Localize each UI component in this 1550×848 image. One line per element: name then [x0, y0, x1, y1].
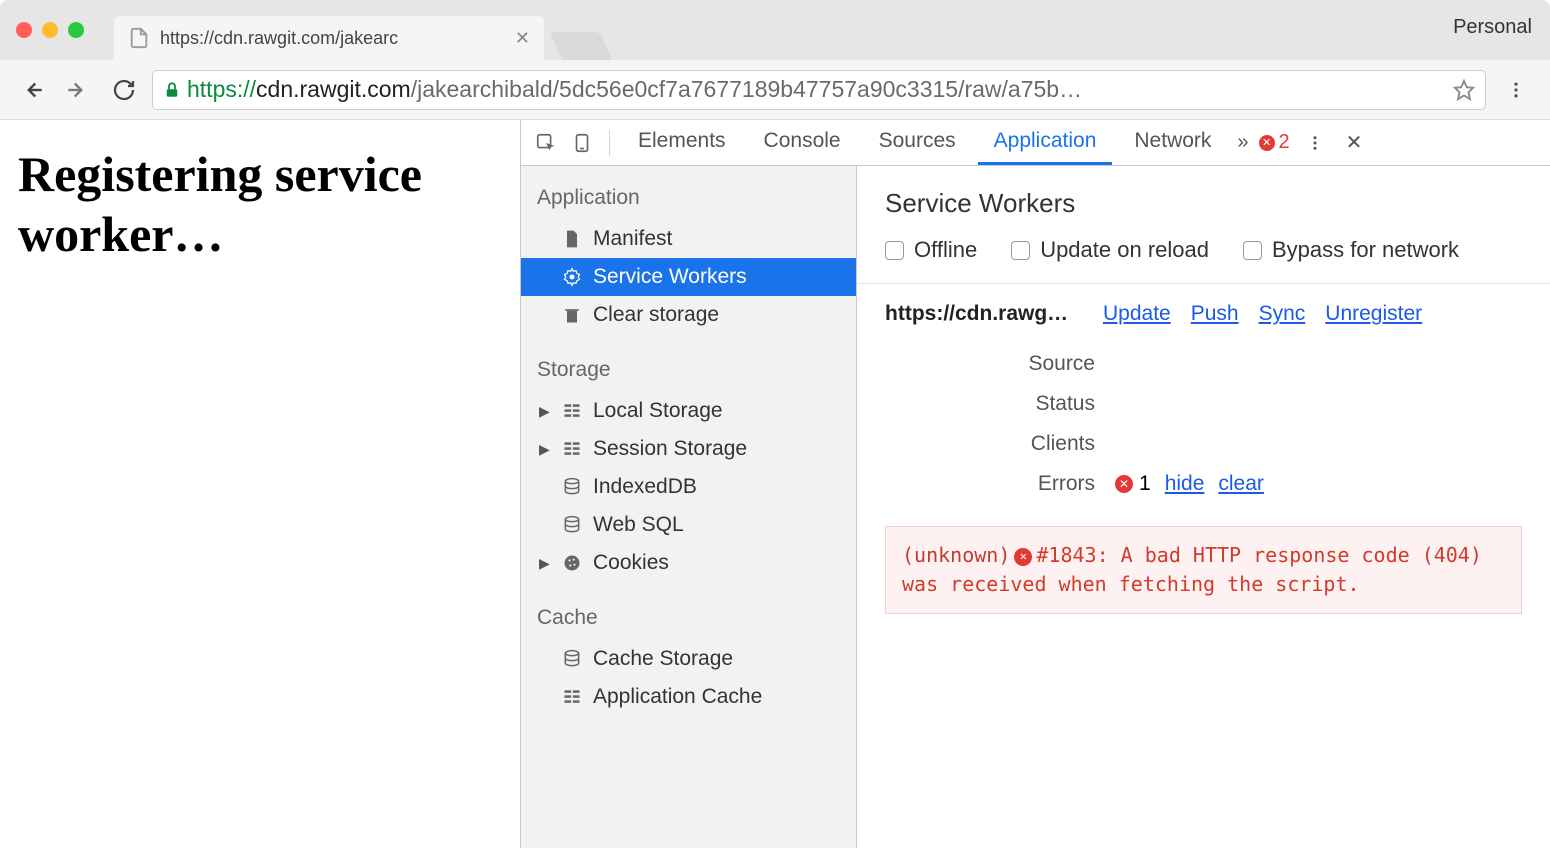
sw-errors-row: Errors ✕ 1 hide clear: [857, 464, 1550, 504]
browser-tabs: https://cdn.rawgit.com/jakearc ✕: [114, 0, 606, 60]
application-sidebar: Application Manifest Service Workers Cle…: [521, 166, 857, 848]
sw-options-row: Offline Update on reload Bypass for netw…: [857, 237, 1550, 284]
hide-errors-link[interactable]: hide: [1165, 472, 1205, 496]
trash-icon: [561, 304, 583, 326]
page-viewport: Registering service worker…: [0, 120, 520, 848]
browser-menu-button[interactable]: [1496, 80, 1536, 100]
sidebar-item-application-cache[interactable]: Application Cache: [521, 678, 856, 716]
gear-icon: [561, 266, 583, 288]
offline-checkbox[interactable]: Offline: [885, 237, 977, 263]
sidebar-heading-storage: Storage: [521, 348, 856, 392]
content-area: Registering service worker… Elements Con…: [0, 120, 1550, 848]
bypass-network-checkbox[interactable]: Bypass for network: [1243, 237, 1459, 263]
tab-network[interactable]: Network: [1118, 120, 1227, 165]
database-icon: [561, 514, 583, 536]
grid-icon: [561, 400, 583, 422]
device-toolbar-icon[interactable]: [567, 128, 597, 158]
more-tabs-icon[interactable]: »: [1237, 131, 1248, 154]
sw-actions: Update Push Sync Unregister: [1103, 302, 1422, 326]
browser-toolbar: https://cdn.rawgit.com/jakearchibald/5dc…: [0, 60, 1550, 120]
update-on-reload-checkbox[interactable]: Update on reload: [1011, 237, 1209, 263]
sync-link[interactable]: Sync: [1259, 302, 1306, 326]
sidebar-item-clear-storage[interactable]: Clear storage: [521, 296, 856, 334]
sidebar-item-cookies[interactable]: ▶ Cookies: [521, 544, 856, 582]
tab-title: https://cdn.rawgit.com/jakearc: [160, 28, 505, 49]
disclosure-triangle-icon[interactable]: ▶: [539, 555, 550, 572]
disclosure-triangle-icon[interactable]: ▶: [539, 403, 550, 420]
minimize-window-button[interactable]: [42, 22, 58, 38]
traffic-lights: [16, 22, 84, 38]
sidebar-heading-application: Application: [521, 176, 856, 220]
back-button[interactable]: [14, 72, 50, 108]
tab-elements[interactable]: Elements: [622, 120, 742, 165]
error-icon: ✕: [1115, 475, 1133, 493]
panel-title: Service Workers: [857, 166, 1550, 237]
cookie-icon: [561, 552, 583, 574]
tab-sources[interactable]: Sources: [863, 120, 972, 165]
push-link[interactable]: Push: [1191, 302, 1239, 326]
clear-errors-link[interactable]: clear: [1218, 472, 1264, 496]
error-count: ✕ 1: [1115, 472, 1151, 496]
sidebar-group-storage: Storage ▶ Local Storage ▶ Session Storag…: [521, 348, 856, 582]
grid-icon: [561, 438, 583, 460]
update-link[interactable]: Update: [1103, 302, 1171, 326]
sidebar-group-cache: Cache Cache Storage Application Cache: [521, 596, 856, 716]
close-window-button[interactable]: [16, 22, 32, 38]
sidebar-item-cache-storage[interactable]: Cache Storage: [521, 640, 856, 678]
document-icon: [561, 228, 583, 250]
error-source: (unknown): [902, 543, 1010, 567]
database-icon: [561, 648, 583, 670]
browser-tab-active[interactable]: https://cdn.rawgit.com/jakearc ✕: [114, 16, 544, 60]
devtools-panel: Elements Console Sources Application Net…: [520, 120, 1550, 848]
sidebar-item-session-storage[interactable]: ▶ Session Storage: [521, 430, 856, 468]
service-worker-panel: Service Workers Offline Update on reload…: [857, 166, 1550, 848]
close-tab-button[interactable]: ✕: [515, 28, 530, 49]
unregister-link[interactable]: Unregister: [1325, 302, 1422, 326]
sw-origin-row: https://cdn.rawg… Update Push Sync Unreg…: [857, 284, 1550, 344]
sidebar-item-manifest[interactable]: Manifest: [521, 220, 856, 258]
separator: [609, 130, 610, 156]
page-icon: [128, 27, 150, 49]
sw-source-row: Source: [857, 344, 1550, 384]
url-text: https://cdn.rawgit.com/jakearchibald/5dc…: [187, 76, 1082, 103]
sidebar-heading-cache: Cache: [521, 596, 856, 640]
disclosure-triangle-icon[interactable]: ▶: [539, 441, 550, 458]
checkbox-icon: [1243, 241, 1262, 260]
devtools-body: Application Manifest Service Workers Cle…: [521, 166, 1550, 848]
tab-console[interactable]: Console: [748, 120, 857, 165]
tab-application[interactable]: Application: [978, 120, 1113, 165]
sidebar-group-application: Application Manifest Service Workers Cle…: [521, 176, 856, 334]
profile-label[interactable]: Personal: [1453, 16, 1532, 39]
element-picker-icon[interactable]: [531, 128, 561, 158]
sw-status-row: Status: [857, 384, 1550, 424]
devtools-close-button[interactable]: ✕: [1340, 130, 1369, 155]
error-badge[interactable]: ✕ 2: [1259, 131, 1290, 154]
sidebar-item-local-storage[interactable]: ▶ Local Storage: [521, 392, 856, 430]
devtools-tabstrip: Elements Console Sources Application Net…: [521, 120, 1550, 166]
checkbox-icon: [1011, 241, 1030, 260]
devtools-menu-button[interactable]: [1300, 134, 1330, 152]
page-heading: Registering service worker…: [18, 144, 502, 264]
error-message-box: (unknown)✕#1843: A bad HTTP response cod…: [885, 526, 1522, 614]
error-icon: ✕: [1014, 548, 1032, 566]
lock-icon: [163, 81, 181, 99]
error-icon: ✕: [1259, 135, 1275, 151]
database-icon: [561, 476, 583, 498]
sw-origin-label: https://cdn.rawg…: [885, 302, 1085, 326]
bookmark-star-icon[interactable]: [1453, 79, 1475, 101]
new-tab-button[interactable]: [549, 32, 612, 60]
checkbox-icon: [885, 241, 904, 260]
reload-button[interactable]: [106, 72, 142, 108]
forward-button[interactable]: [60, 72, 96, 108]
sidebar-item-indexeddb[interactable]: IndexedDB: [521, 468, 856, 506]
maximize-window-button[interactable]: [68, 22, 84, 38]
sidebar-item-service-workers[interactable]: Service Workers: [521, 258, 856, 296]
sidebar-item-websql[interactable]: Web SQL: [521, 506, 856, 544]
sw-clients-row: Clients: [857, 424, 1550, 464]
window-titlebar: https://cdn.rawgit.com/jakearc ✕ Persona…: [0, 0, 1550, 60]
grid-icon: [561, 686, 583, 708]
address-bar[interactable]: https://cdn.rawgit.com/jakearchibald/5dc…: [152, 70, 1486, 110]
